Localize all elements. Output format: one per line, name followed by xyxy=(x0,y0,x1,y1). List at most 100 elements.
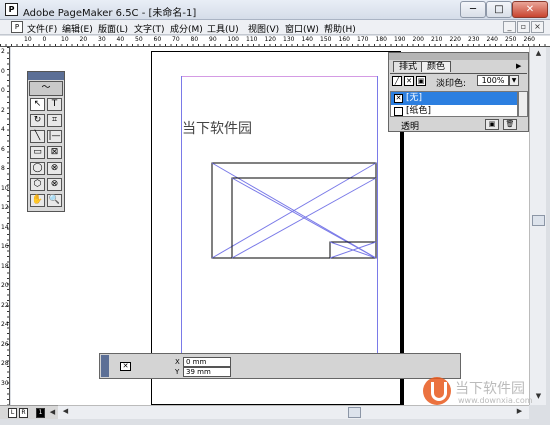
menu-window[interactable]: 窗口(W) xyxy=(285,22,319,35)
title-bar: P Adobe PageMaker 6.5C - [未命名-1] ─ □ ✕ xyxy=(0,0,550,20)
ruler-tick-label: 260 xyxy=(523,36,535,43)
scroll-left-icon[interactable]: ◀ xyxy=(59,406,72,418)
close-button[interactable]: ✕ xyxy=(512,1,548,18)
toolbox-titlebar[interactable] xyxy=(28,72,64,80)
swatch-label: [无] xyxy=(406,93,423,103)
control-palette: ✕ X 0 mm Y 39 mm xyxy=(99,353,461,379)
y-position-field[interactable]: 39 mm xyxy=(183,367,231,377)
ruler-tick-label: 190 xyxy=(394,36,406,43)
swatch-label: [纸色] xyxy=(406,106,432,116)
ruler-tick-label: 110 xyxy=(246,36,258,43)
ruler-tick-label: 130 xyxy=(283,36,295,43)
menu-utilities[interactable]: 工具(U) xyxy=(207,22,239,35)
toolbox: 〜 ↖ T ↻ ⌗ ╲ |— ▭ ⊠ ◯ ⊗ ⬡ ⊗ ✋ 🔍 xyxy=(27,71,65,212)
hand-tool[interactable]: ✋ xyxy=(30,194,45,207)
menu-help[interactable]: 帮助(H) xyxy=(324,22,356,35)
ruler-tick-label: 20 xyxy=(79,36,88,43)
ruler-tick-label: 14 xyxy=(1,223,9,231)
ellipse-tool[interactable]: ◯ xyxy=(30,162,45,175)
ruler-tick-label: 4 xyxy=(1,126,5,133)
scroll-up-icon[interactable]: ▲ xyxy=(532,48,545,60)
transparent-label: 透明 xyxy=(401,122,420,132)
document-page[interactable]: 当下软件园 xyxy=(151,51,401,405)
tab-colors[interactable]: 颜色 xyxy=(421,61,452,72)
tint-field[interactable]: 100% xyxy=(477,75,509,86)
page-navigator: L R 1 ◀ xyxy=(0,405,58,419)
menu-layout[interactable]: 版面(L) xyxy=(98,22,128,35)
ruler-tick-label: 0 xyxy=(1,67,5,75)
ruler-tick-label: 210 xyxy=(431,36,443,43)
doc-minimize-button[interactable]: _ xyxy=(503,21,516,33)
right-master-page-icon[interactable]: R xyxy=(19,408,28,418)
line-tool[interactable]: ╲ xyxy=(30,130,45,143)
doc-close-button[interactable]: × xyxy=(531,21,544,33)
page-1-icon[interactable]: 1 xyxy=(36,408,45,418)
tint-label: 淡印色: xyxy=(436,79,467,89)
pointer-tool[interactable]: ↖ xyxy=(30,98,45,111)
menu-view[interactable]: 视图(V) xyxy=(248,22,279,35)
chevron-down-icon[interactable]: ▼ xyxy=(509,75,519,86)
vertical-scrollbar[interactable]: ▲ ▼ xyxy=(529,47,546,405)
palette-footer: 透明 ▣ 🗑 xyxy=(389,118,528,132)
color-palette: 排式 颜色 ▶ ╱ ✕ ▣ 淡印色: 100% ▼ ✕ [无] [纸色] 透明 … xyxy=(388,52,529,132)
rectangle-frame-tool[interactable]: ⊠ xyxy=(47,146,62,159)
palette-menu-arrow-icon[interactable]: ▶ xyxy=(516,62,521,70)
toolbox-preview: 〜 xyxy=(29,81,63,96)
stroke-icon[interactable]: ╱ xyxy=(392,76,402,86)
tab-styles[interactable]: 排式 xyxy=(393,61,424,72)
scroll-left-icon[interactable]: ◀ xyxy=(46,407,59,419)
polygon-frame-tool[interactable]: ⊗ xyxy=(47,178,62,191)
both-icon[interactable]: ▣ xyxy=(416,76,426,86)
horizontal-scrollbar[interactable]: ◀ ▶ xyxy=(58,405,529,419)
ruler-tick-label: 120 xyxy=(264,36,276,43)
ruler-tick-label: 230 xyxy=(468,36,480,43)
ruler-tick-label: 20 xyxy=(1,282,9,289)
doc-restore-button[interactable]: ▫ xyxy=(517,21,530,33)
crop-tool[interactable]: ⌗ xyxy=(47,114,62,127)
menu-edit[interactable]: 编辑(E) xyxy=(62,22,93,35)
minimize-button[interactable]: ─ xyxy=(460,1,486,18)
pagemaker-app-icon: P xyxy=(5,3,18,16)
ruler-tick-label: 2 xyxy=(1,48,5,55)
watermark-url: www.downxia.com xyxy=(458,396,533,405)
color-palette-toolbar: ╱ ✕ ▣ 淡印色: 100% ▼ xyxy=(390,73,527,89)
proxy-icon[interactable]: ✕ xyxy=(120,362,131,371)
ruler-tick-label: 240 xyxy=(486,36,498,43)
ruler-tick-label: 250 xyxy=(505,36,517,43)
ruler-tick-label: 28 xyxy=(1,360,9,367)
text-tool[interactable]: T xyxy=(47,98,62,111)
control-palette-grip[interactable] xyxy=(101,355,109,377)
ruler-tick-label: 180 xyxy=(375,36,387,43)
ruler-tick-label: 50 xyxy=(135,36,143,43)
ellipse-frame-tool[interactable]: ⊗ xyxy=(47,162,62,175)
ruler-tick-label: 2 xyxy=(1,106,5,114)
swatch-scrollbar[interactable] xyxy=(518,91,528,117)
swatch-none[interactable]: ✕ [无] xyxy=(391,92,517,105)
ruler-tick-label: 220 xyxy=(449,36,461,43)
new-color-icon[interactable]: ▣ xyxy=(485,119,499,130)
ruler-tick-label: 70 xyxy=(172,36,180,43)
document-icon[interactable]: P xyxy=(11,21,23,33)
horizontal-scroll-thumb[interactable] xyxy=(348,407,361,418)
watermark-text: 当下软件园 xyxy=(455,381,525,397)
rectangle-tool[interactable]: ▭ xyxy=(30,146,45,159)
ruler-tick-label: 16 xyxy=(1,243,9,250)
left-master-page-icon[interactable]: L xyxy=(8,408,17,418)
ruler-tick-label: 100 xyxy=(227,36,239,43)
constrained-line-tool[interactable]: |— xyxy=(47,130,62,143)
fill-icon[interactable]: ✕ xyxy=(404,76,414,86)
maximize-button[interactable]: □ xyxy=(486,1,512,18)
menu-type[interactable]: 文字(T) xyxy=(134,22,165,35)
scroll-right-icon[interactable]: ▶ xyxy=(513,406,526,418)
palette-titlebar[interactable] xyxy=(389,53,528,60)
trash-icon[interactable]: 🗑 xyxy=(503,119,517,130)
scroll-down-icon[interactable]: ▼ xyxy=(532,391,545,403)
menu-file[interactable]: 文件(F) xyxy=(27,22,57,35)
swatch-paper[interactable]: [纸色] xyxy=(391,105,517,116)
zoom-tool[interactable]: 🔍 xyxy=(47,194,62,207)
menu-element[interactable]: 成分(M) xyxy=(170,22,203,35)
polygon-tool[interactable]: ⬡ xyxy=(30,178,45,191)
rotate-tool[interactable]: ↻ xyxy=(30,114,45,127)
vertical-scroll-thumb[interactable] xyxy=(532,215,545,226)
x-position-field[interactable]: 0 mm xyxy=(183,357,231,367)
